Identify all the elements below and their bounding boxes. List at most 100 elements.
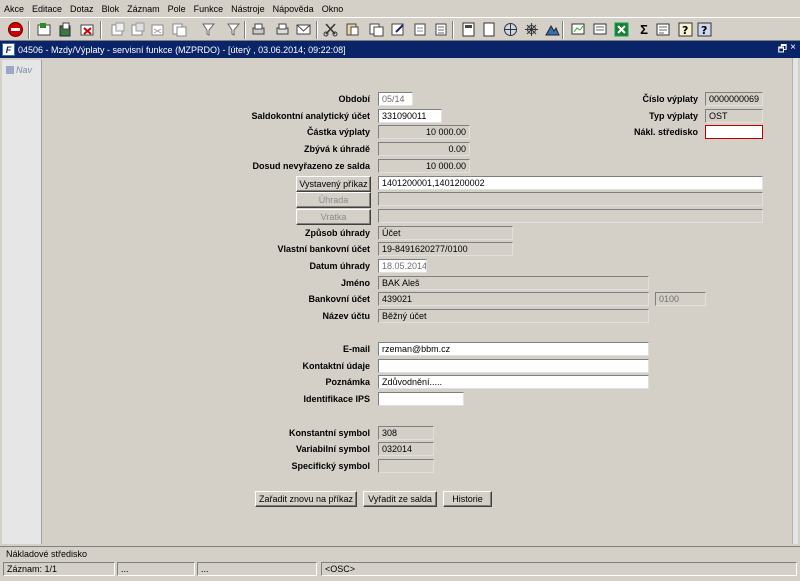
- excel-icon[interactable]: [613, 21, 629, 37]
- edit-icon[interactable]: [390, 21, 406, 37]
- navigator-label: Nav: [6, 65, 32, 75]
- uhrada-field[interactable]: [378, 192, 763, 206]
- sort-icon[interactable]: [200, 21, 216, 37]
- vratka-field[interactable]: [378, 209, 763, 223]
- sum-icon[interactable]: Σ: [636, 21, 652, 37]
- castka-label: Částka výplaty: [306, 127, 370, 137]
- paste-icon[interactable]: [344, 21, 360, 37]
- poznamka-label: Poznámka: [325, 377, 370, 387]
- report-icon[interactable]: [570, 21, 586, 37]
- kontaktni-udaje-label: Kontaktní údaje: [302, 361, 370, 371]
- copy-record-icon[interactable]: [368, 21, 384, 37]
- restore-window-icon[interactable]: 🗗: [778, 42, 787, 59]
- zpusob-uhrady-field[interactable]: Účet: [378, 226, 513, 240]
- exit-icon[interactable]: [7, 21, 23, 37]
- document-icon[interactable]: [481, 21, 497, 37]
- app-logo-icon: F: [2, 43, 15, 56]
- email-field[interactable]: rzeman@bbm.cz: [378, 342, 649, 356]
- mail-icon[interactable]: [295, 21, 311, 37]
- menu-okno[interactable]: Okno: [322, 4, 344, 14]
- menu-funkce[interactable]: Funkce: [194, 4, 224, 14]
- datum-uhrady-label: Datum úhrady: [309, 261, 370, 271]
- obdobi-field[interactable]: 05/14: [378, 92, 413, 106]
- settings-icon[interactable]: [523, 21, 539, 37]
- bankovni-ucet-label: Bankovní účet: [308, 294, 370, 304]
- konst-symbol-field[interactable]: 308: [378, 426, 434, 440]
- hint-bar: Nákladové středisko: [0, 546, 800, 561]
- enter-query-icon[interactable]: [110, 21, 126, 37]
- hint-text: Nákladové středisko: [6, 549, 88, 559]
- menu-napoveda[interactable]: Nápověda: [273, 4, 314, 14]
- close-window-icon[interactable]: ×: [790, 42, 796, 59]
- bankovni-ucet-field[interactable]: 439021: [378, 292, 649, 306]
- status-cell-2: ...: [117, 562, 195, 576]
- mode-indicator: <OSC>: [321, 562, 797, 576]
- toolbar: Σ ? ?: [0, 17, 800, 41]
- vratka-button[interactable]: Vratka: [296, 209, 371, 225]
- dosud-label: Dosud nevyřazeno ze salda: [252, 161, 370, 171]
- svg-text:?: ?: [682, 24, 688, 37]
- menu-dotaz[interactable]: Dotaz: [70, 4, 94, 14]
- jmeno-field[interactable]: BAK Aleš: [378, 276, 649, 290]
- nakl-stredisko-label: Nákl. středisko: [633, 127, 698, 137]
- kontaktni-udaje-field[interactable]: [378, 359, 649, 373]
- menu-akce[interactable]: Akce: [4, 4, 24, 14]
- vystaveny-prikaz-button[interactable]: Vystavený příkaz: [296, 176, 371, 192]
- typ-vyplaty-label: Typ výplaty: [649, 111, 698, 121]
- historie-button[interactable]: Historie: [443, 491, 492, 507]
- saldo-ucet-field[interactable]: 331090011: [378, 109, 442, 123]
- globe-icon[interactable]: [502, 21, 518, 37]
- context-help-icon[interactable]: ?: [696, 21, 712, 37]
- copy-icon[interactable]: [171, 21, 187, 37]
- zbyva-label: Zbývá k úhradě: [303, 144, 370, 154]
- menu-pole[interactable]: Pole: [168, 4, 186, 14]
- mountain-icon[interactable]: [544, 21, 560, 37]
- list-icon[interactable]: [433, 21, 449, 37]
- cislo-vyplaty-field[interactable]: 0000000069: [705, 92, 763, 106]
- poznamka-field[interactable]: Zdůvodnění.....: [378, 375, 649, 389]
- notes-icon[interactable]: [655, 21, 671, 37]
- print-setup-icon[interactable]: [274, 21, 290, 37]
- menu-nastroje[interactable]: Nástroje: [231, 4, 265, 14]
- var-symbol-field[interactable]: 032014: [378, 442, 434, 456]
- spec-symbol-label: Specifický symbol: [291, 461, 370, 471]
- vlastni-ucet-field[interactable]: 19-8491620277/0100: [378, 242, 513, 256]
- vyradit-ze-salda-button[interactable]: Vyřadit ze salda: [363, 491, 437, 507]
- insert-record-icon[interactable]: [57, 21, 73, 37]
- spec-symbol-field[interactable]: [378, 459, 434, 473]
- uhrada-button[interactable]: Úhrada: [296, 192, 371, 208]
- bank-code-field[interactable]: 0100: [655, 292, 706, 306]
- identifikace-ips-field[interactable]: [378, 392, 464, 406]
- delete-record-icon[interactable]: [79, 21, 95, 37]
- vertical-scrollbar[interactable]: [792, 58, 798, 544]
- save-icon[interactable]: [36, 21, 52, 37]
- menu-editace[interactable]: Editace: [32, 4, 62, 14]
- nazev-uctu-label: Název účtu: [322, 311, 370, 321]
- clear-icon[interactable]: [412, 21, 428, 37]
- status-cell-3: ...: [197, 562, 317, 576]
- dosud-field[interactable]: 10 000.00: [378, 159, 470, 173]
- zaradit-znovu-button[interactable]: Zařadit znovu na příkaz: [255, 491, 357, 507]
- cut-icon[interactable]: [322, 21, 338, 37]
- nakl-stredisko-field[interactable]: [705, 125, 763, 139]
- nazev-uctu-field[interactable]: Běžný účet: [378, 309, 649, 323]
- cislo-vyplaty-label: Číslo výplaty: [642, 94, 698, 104]
- print-icon[interactable]: [250, 21, 266, 37]
- help-icon[interactable]: ?: [677, 21, 693, 37]
- count-query-icon[interactable]: [150, 21, 166, 37]
- datum-uhrady-field[interactable]: 18.05.2014: [378, 259, 427, 273]
- typ-vyplaty-field[interactable]: OST: [705, 109, 763, 123]
- obdobi-label: Období: [338, 94, 371, 104]
- calculator-icon[interactable]: [460, 21, 476, 37]
- execute-query-icon[interactable]: [130, 21, 146, 37]
- castka-field[interactable]: 10 000.00: [378, 125, 470, 139]
- window-title: 04506 - Mzdy/Výplaty - servisní funkce (…: [18, 44, 346, 55]
- vystaveny-prikaz-field[interactable]: 1401200001,1401200002: [378, 176, 763, 190]
- filter-icon[interactable]: [225, 21, 241, 37]
- navigator-panel[interactable]: Nav: [2, 60, 42, 544]
- menu-blok[interactable]: Blok: [102, 4, 120, 14]
- status-bar: Záznam: 1/1 ... ... <OSC>: [0, 561, 800, 577]
- export-icon[interactable]: [592, 21, 608, 37]
- zbyva-field[interactable]: 0.00: [378, 142, 470, 156]
- menu-zaznam[interactable]: Záznam: [127, 4, 160, 14]
